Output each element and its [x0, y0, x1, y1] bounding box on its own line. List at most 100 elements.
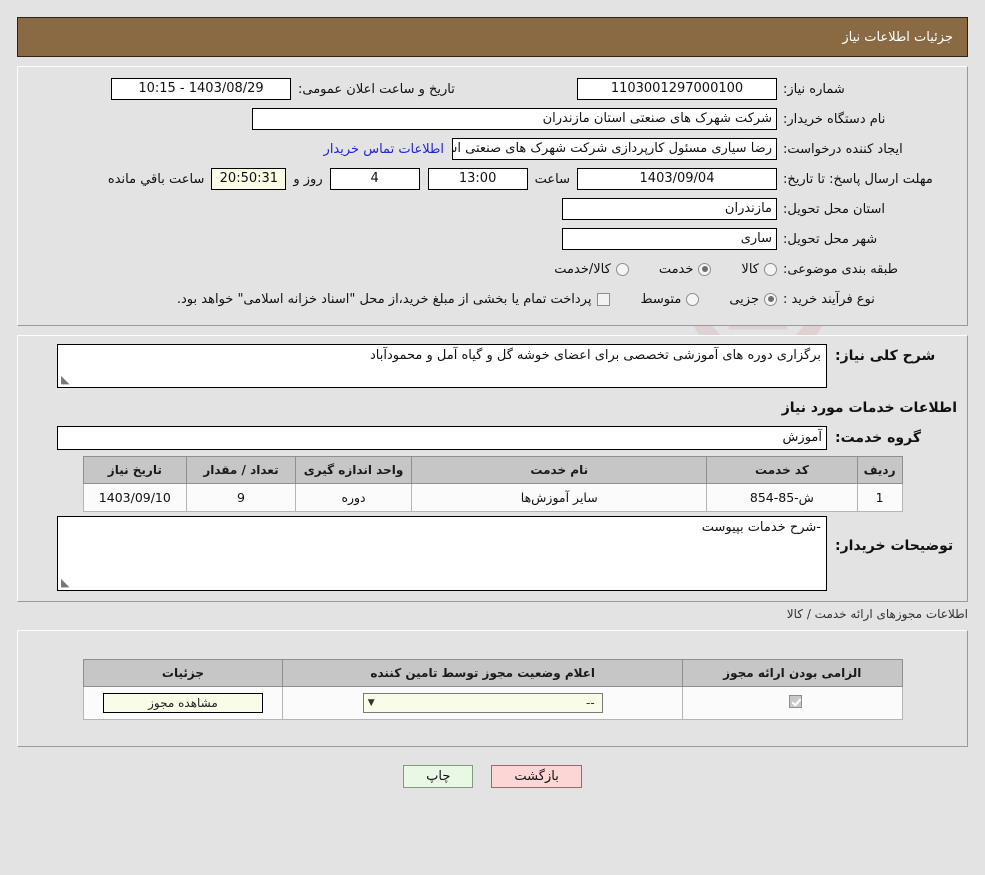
license-required-checkbox	[789, 695, 802, 708]
row-buyer-org: نام دستگاه خریدار: شرکت شهرک های صنعتی ا…	[28, 105, 957, 133]
row-creator: ایجاد کننده درخواست: رضا سیاری مسئول کار…	[28, 135, 957, 163]
process-option-label: جزیی	[729, 292, 759, 307]
radio-icon[interactable]	[686, 293, 699, 306]
category-radio-group: کالا خدمت کالا/خدمت	[524, 262, 777, 277]
col-radif: ردیف	[857, 457, 902, 484]
services-table-header-row: ردیف کد خدمت نام خدمت واحد اندازه گیری ت…	[83, 457, 902, 484]
announce-label: تاریخ و ساعت اعلان عمومی:	[291, 82, 462, 97]
licenses-table-header-row: الزامی بودن ارائه مجوز اعلام وضعیت مجوز …	[83, 660, 902, 687]
col-name: نام خدمت	[412, 457, 707, 484]
deadline-hour-value: 13:00	[428, 168, 528, 190]
table-row: ▼ -- مشاهده مجوز	[83, 687, 902, 720]
need-info-panel: شماره نیاز: 1103001297000100 تاریخ و ساع…	[17, 66, 968, 326]
cell-code: ش-85-854	[707, 484, 857, 512]
province-value: مازندران	[562, 198, 777, 220]
category-option-kala-khedmat[interactable]: کالا/خدمت	[554, 262, 629, 277]
table-row: 1 ش-85-854 سایر آموزش‌ها دوره 9 1403/09/…	[83, 484, 902, 512]
creator-value: رضا سیاری مسئول کارپردازی شرکت شهرک های …	[452, 138, 777, 160]
licenses-table: الزامی بودن ارائه مجوز اعلام وضعیت مجوز …	[83, 659, 903, 720]
process-option-motavaset[interactable]: متوسط	[640, 292, 699, 307]
row-province: استان محل تحویل: مازندران	[28, 195, 957, 223]
deadline-label: مهلت ارسال پاسخ: تا تاریخ:	[777, 172, 957, 187]
col-unit: واحد اندازه گیری	[295, 457, 411, 484]
row-category: طبقه بندی موضوعی: کالا خدمت کالا/خدمت	[28, 255, 957, 283]
treasury-bonds-checkbox[interactable]	[597, 293, 610, 306]
cell-name: سایر آموزش‌ها	[412, 484, 707, 512]
days-remaining-label: روز و	[286, 172, 329, 187]
col-quantity: تعداد / مقدار	[187, 457, 296, 484]
cell-unit: دوره	[295, 484, 411, 512]
deadline-date-value: 1403/09/04	[577, 168, 777, 190]
days-remaining-value: 4	[330, 168, 420, 190]
category-option-label: کالا/خدمت	[554, 262, 611, 277]
cell-license-details: مشاهده مجوز	[83, 687, 283, 720]
time-remaining-value: 20:50:31	[211, 168, 286, 190]
cell-date: 1403/09/10	[83, 484, 187, 512]
row-service-group: گروه خدمت: آموزش	[28, 426, 957, 450]
category-option-khedmat[interactable]: خدمت	[659, 262, 712, 277]
view-license-button[interactable]: مشاهده مجوز	[103, 693, 263, 713]
city-label: شهر محل تحویل:	[777, 232, 957, 247]
need-number-label: شماره نیاز:	[777, 82, 957, 97]
resize-grip-icon[interactable]: ◢	[61, 576, 69, 589]
print-button[interactable]: چاپ	[403, 765, 473, 788]
category-label: طبقه بندی موضوعی:	[777, 262, 957, 277]
cell-radif: 1	[857, 484, 902, 512]
category-option-label: خدمت	[659, 262, 694, 277]
process-radio-group: جزیی متوسط	[610, 292, 777, 307]
province-label: استان محل تحویل:	[777, 202, 957, 217]
buyer-org-label: نام دستگاه خریدار:	[777, 112, 957, 127]
buyer-org-value: شرکت شهرک های صنعتی استان مازندران	[252, 108, 777, 130]
services-section-title: اطلاعات خدمات مورد نیاز	[28, 400, 957, 416]
col-license-required: الزامی بودن ارائه مجوز	[683, 660, 903, 687]
need-number-value: 1103001297000100	[577, 78, 777, 100]
row-need-number: شماره نیاز: 1103001297000100 تاریخ و ساع…	[28, 75, 957, 103]
col-date: تاریخ نیاز	[83, 457, 187, 484]
licenses-section-title: اطلاعات مجوزهای ارائه خدمت / کالا	[17, 607, 968, 621]
radio-icon[interactable]	[698, 263, 711, 276]
buyer-notes-label: توضیحات خریدار:	[827, 516, 957, 554]
row-city: شهر محل تحویل: ساری	[28, 225, 957, 253]
treasury-bonds-note: پرداخت تمام یا بخشی از مبلغ خرید،از محل …	[177, 292, 592, 307]
category-option-label: کالا	[741, 262, 759, 277]
resize-grip-icon[interactable]: ◢	[61, 373, 69, 386]
buyer-notes-value: -شرح خدمات بپیوست	[702, 520, 821, 535]
page-title: جزئیات اطلاعات نیاز	[842, 30, 953, 45]
category-option-kala[interactable]: کالا	[741, 262, 777, 277]
services-table: ردیف کد خدمت نام خدمت واحد اندازه گیری ت…	[83, 456, 903, 512]
cell-quantity: 9	[187, 484, 296, 512]
buyer-notes-textarea[interactable]: -شرح خدمات بپیوست ◢	[57, 516, 827, 591]
deadline-hour-label: ساعت	[528, 172, 577, 187]
announce-value: 1403/08/29 - 10:15	[111, 78, 291, 100]
license-status-value: --	[375, 694, 598, 712]
process-option-jozii[interactable]: جزیی	[729, 292, 777, 307]
row-general-description: شرح کلی نیاز: برگزاری دوره های آموزشی تخ…	[28, 344, 957, 388]
chevron-down-icon: ▼	[368, 694, 375, 712]
radio-icon[interactable]	[764, 293, 777, 306]
general-description-textarea[interactable]: برگزاری دوره های آموزشی تخصصی برای اعضای…	[57, 344, 827, 388]
general-description-value: برگزاری دوره های آموزشی تخصصی برای اعضای…	[370, 348, 821, 363]
col-license-details: جزئیات	[83, 660, 283, 687]
radio-icon[interactable]	[616, 263, 629, 276]
service-group-value: آموزش	[57, 426, 827, 450]
creator-label: ایجاد کننده درخواست:	[777, 142, 957, 157]
footer-buttons: بازگشت چاپ	[0, 765, 985, 788]
cell-license-status: ▼ --	[283, 687, 683, 720]
general-description-label: شرح کلی نیاز:	[827, 344, 957, 364]
process-label: نوع فرآیند خرید :	[777, 292, 957, 307]
process-option-label: متوسط	[640, 292, 681, 307]
license-status-select[interactable]: ▼ --	[363, 693, 603, 713]
city-value: ساری	[562, 228, 777, 250]
page-title-bar: جزئیات اطلاعات نیاز	[17, 17, 968, 57]
col-license-status: اعلام وضعیت مجوز توسط تامین کننده	[283, 660, 683, 687]
time-remaining-label: ساعت باقي مانده	[101, 172, 211, 187]
row-deadline: مهلت ارسال پاسخ: تا تاریخ: 1403/09/04 سا…	[28, 165, 957, 193]
row-process-type: نوع فرآیند خرید : جزیی متوسط پرداخت تمام…	[28, 285, 957, 313]
back-button[interactable]: بازگشت	[491, 765, 581, 788]
services-panel: شرح کلی نیاز: برگزاری دوره های آموزشی تخ…	[17, 335, 968, 602]
radio-icon[interactable]	[764, 263, 777, 276]
buyer-contact-link[interactable]: اطلاعات تماس خریدار	[316, 142, 452, 157]
cell-license-required	[683, 687, 903, 720]
service-group-label: گروه خدمت:	[827, 430, 957, 446]
licenses-panel: الزامی بودن ارائه مجوز اعلام وضعیت مجوز …	[17, 630, 968, 747]
